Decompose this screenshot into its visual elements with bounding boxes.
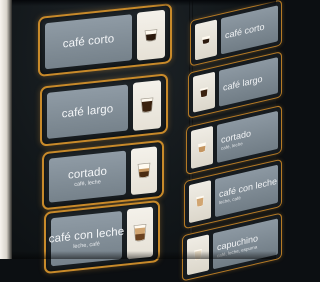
drink-name: café largo: [61, 103, 114, 121]
drink-label: cortado café, leche: [49, 150, 126, 203]
coffee-cup-icon: [133, 80, 161, 131]
coffee-cup-icon: [191, 125, 213, 169]
drink-label: capuchino café, leche, espuma: [213, 218, 278, 270]
drink-name: café corto: [62, 33, 115, 51]
drink-label: cortado café, leche: [217, 110, 278, 163]
coffee-cup-icon: [189, 180, 211, 224]
drink-ingredients: leche, café: [73, 240, 100, 250]
machine-side-edge: [0, 0, 12, 259]
coffee-cup-icon: [195, 19, 217, 61]
drink-label: café con leche leche, café: [215, 164, 278, 218]
drink-button-cafe-con-leche[interactable]: café con leche leche, café: [44, 199, 160, 275]
drink-label: café corto: [45, 14, 132, 70]
coffee-cup-icon: [193, 71, 215, 113]
drink-label: café corto: [221, 5, 278, 55]
drink-name: café corto: [225, 21, 265, 41]
drink-name: cortado: [67, 165, 108, 182]
drink-name: café largo: [223, 73, 263, 93]
panel-top-shadow: [12, 0, 276, 6]
drink-label: café largo: [219, 57, 278, 107]
drink-label: café largo: [47, 84, 128, 139]
coffee-cup-icon: [137, 9, 165, 61]
drink-ingredients: café, leche: [74, 178, 101, 188]
coffee-cup-icon: [131, 146, 157, 196]
panel-bottom-shadow: [12, 251, 276, 259]
